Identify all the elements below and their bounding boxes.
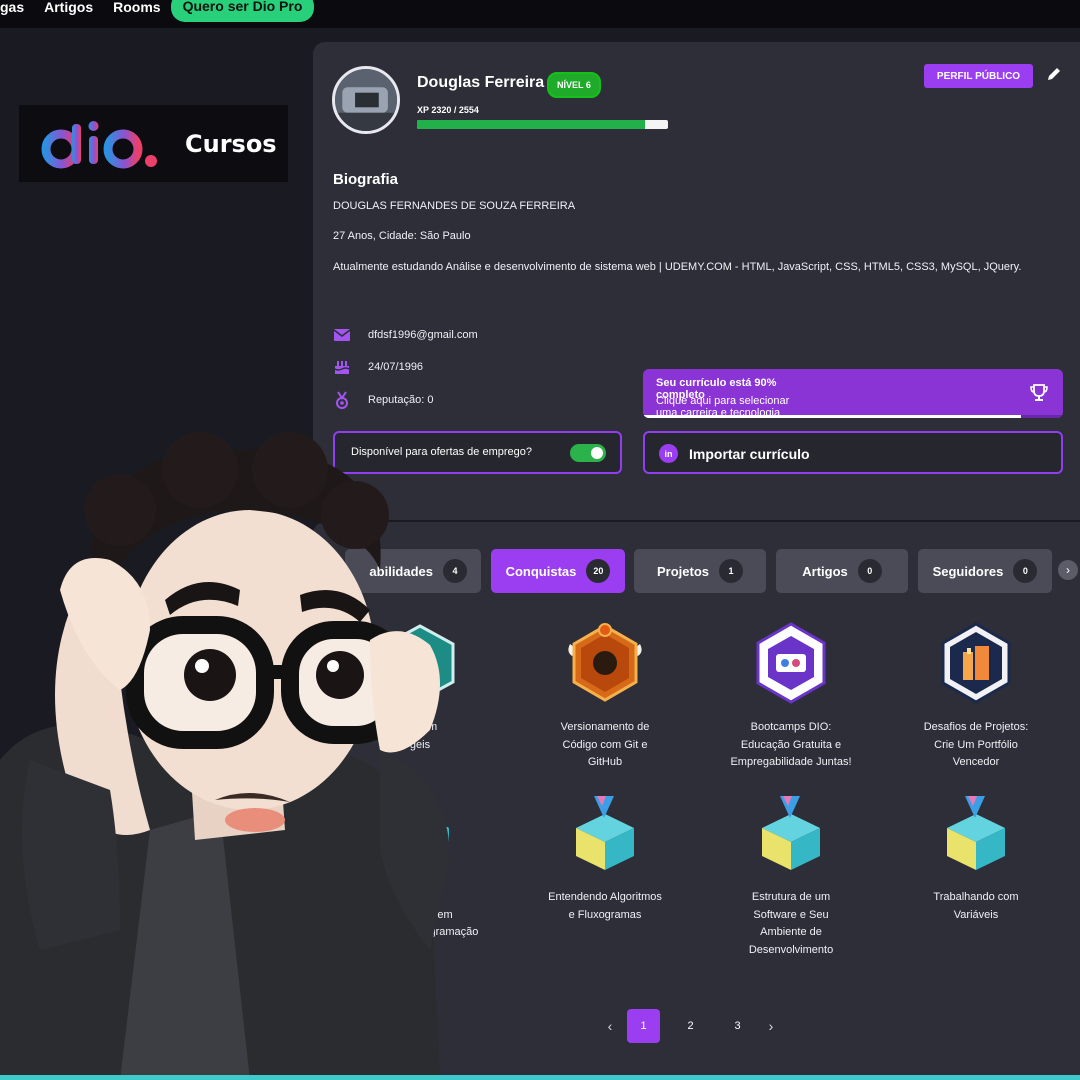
import-resume-label: Importar currículo bbox=[689, 446, 810, 462]
cartoon-avatar-overlay bbox=[0, 432, 450, 1080]
mail-icon bbox=[333, 329, 351, 341]
birthday-text: 24/07/1996 bbox=[368, 361, 424, 373]
pagination-prev[interactable]: ‹ bbox=[600, 1018, 620, 1034]
job-availability-toggle[interactable] bbox=[570, 444, 606, 462]
cursos-label: Cursos bbox=[185, 129, 277, 158]
email-row: dfdsf1996@gmail.com bbox=[333, 326, 478, 344]
reputation-text: Reputação: 0 bbox=[368, 394, 434, 406]
tab-label: Seguidores bbox=[932, 563, 1004, 579]
edit-pencil-icon[interactable] bbox=[1046, 66, 1062, 82]
achievement-badge[interactable]: Desafios de Projetos: Crie Um Portfólio … bbox=[901, 622, 1051, 772]
top-nav-bar: gas Artigos Rooms Quero ser Dio Pro bbox=[0, 0, 1080, 28]
bio-full-name: DOUGLAS FERNANDES DE SOUZA FERREIRA bbox=[333, 200, 576, 212]
badge-caption: Entendendo Algoritmos e Fluxogramas bbox=[548, 891, 662, 921]
dio-logo-mark bbox=[39, 114, 169, 174]
tab-count: 0 bbox=[857, 559, 882, 583]
pagination-next[interactable]: › bbox=[761, 1018, 781, 1034]
bio-age-city: 27 Anos, Cidade: São Paulo bbox=[333, 230, 471, 242]
tab-artigos[interactable]: Artigos 0 bbox=[776, 549, 908, 593]
cake-icon bbox=[334, 361, 350, 374]
cube-badge-icon bbox=[762, 796, 820, 870]
achievement-badge[interactable]: Bootcamps DIO: Educação Gratuita e Empre… bbox=[716, 622, 866, 772]
top-nav: gas Artigos Rooms Quero ser Dio Pro bbox=[0, 0, 315, 22]
github-badge-icon bbox=[568, 623, 642, 702]
achievement-badge[interactable]: Estrutura de um Software e Seu Ambiente … bbox=[716, 792, 866, 959]
birthday-row: 24/07/1996 bbox=[333, 358, 423, 376]
tab-count: 0 bbox=[1013, 559, 1038, 583]
bio-summary: Atualmente estudando Análise e desenvolv… bbox=[333, 261, 1022, 273]
dio-badge-icon bbox=[756, 622, 826, 704]
tabs-next-button[interactable]: › bbox=[1058, 560, 1078, 580]
page-1[interactable]: 1 bbox=[627, 1009, 660, 1043]
tab-label: Artigos bbox=[802, 563, 848, 579]
achievement-badge[interactable]: Trabalhando com Variáveis bbox=[901, 792, 1051, 924]
resume-progress-fill bbox=[643, 415, 1021, 418]
resume-completion-banner[interactable]: Seu currículo está 90% completo Clique a… bbox=[643, 369, 1063, 418]
tab-count: 1 bbox=[719, 559, 743, 583]
nav-item-artigos[interactable]: Artigos bbox=[44, 0, 93, 15]
achievement-badge[interactable]: Entendendo Algoritmos e Fluxogramas bbox=[530, 792, 680, 924]
tab-projetos[interactable]: Projetos 1 bbox=[634, 549, 766, 593]
nav-item-rooms[interactable]: Rooms bbox=[113, 0, 160, 15]
email-text: dfdsf1996@gmail.com bbox=[368, 329, 478, 341]
public-profile-button[interactable]: PERFIL PÚBLICO bbox=[924, 64, 1033, 88]
achievement-badge[interactable]: Versionamento de Código com Git e GitHub bbox=[530, 622, 680, 772]
trophy-icon bbox=[1030, 384, 1048, 401]
profile-avatar[interactable] bbox=[332, 66, 400, 134]
page-3[interactable]: 3 bbox=[721, 1009, 754, 1043]
cube-badge-icon bbox=[947, 796, 1005, 870]
tab-label: Conquistas bbox=[505, 563, 577, 579]
bottom-accent-line bbox=[0, 1075, 1080, 1080]
pagination: ‹ 1 2 3 › bbox=[600, 1009, 781, 1043]
medal-icon bbox=[336, 391, 348, 409]
level-badge: NÍVEL 6 bbox=[547, 72, 601, 98]
tab-conquistas[interactable]: Conquistas 20 bbox=[491, 549, 625, 593]
linkedin-icon: in bbox=[659, 444, 678, 463]
badge-caption: Versionamento de Código com Git e GitHub bbox=[560, 721, 650, 768]
tab-count: 20 bbox=[586, 559, 611, 583]
resume-progress-bar bbox=[643, 415, 1063, 418]
toggle-knob bbox=[591, 447, 603, 459]
badge-caption: Desafios de Projetos: Crie Um Portfólio … bbox=[923, 721, 1029, 768]
import-resume-button[interactable]: in Importar currículo bbox=[643, 431, 1063, 474]
page-2[interactable]: 2 bbox=[674, 1009, 707, 1043]
bio-heading: Biografia bbox=[333, 171, 399, 188]
tab-label: Projetos bbox=[656, 563, 709, 579]
reputation-row: Reputação: 0 bbox=[333, 391, 433, 409]
badge-caption: Bootcamps DIO: Educação Gratuita e Empre… bbox=[730, 721, 852, 768]
badge-caption: Trabalhando com Variáveis bbox=[933, 891, 1019, 921]
cube-badge-icon bbox=[576, 796, 634, 870]
xp-text: XP 2320 / 2554 bbox=[417, 105, 479, 115]
portfolio-badge-icon bbox=[941, 622, 1011, 704]
dio-pro-button[interactable]: Quero ser Dio Pro bbox=[170, 0, 315, 22]
profile-name: Douglas Ferreira bbox=[417, 74, 545, 91]
tab-seguidores[interactable]: Seguidores 0 bbox=[918, 549, 1052, 593]
xp-progress-bar bbox=[417, 120, 668, 129]
xp-progress-fill bbox=[417, 120, 645, 129]
badge-caption: Estrutura de um Software e Seu Ambiente … bbox=[748, 891, 834, 956]
dio-cursos-logo: Cursos bbox=[19, 105, 288, 182]
nav-item-gas[interactable]: gas bbox=[0, 0, 24, 15]
